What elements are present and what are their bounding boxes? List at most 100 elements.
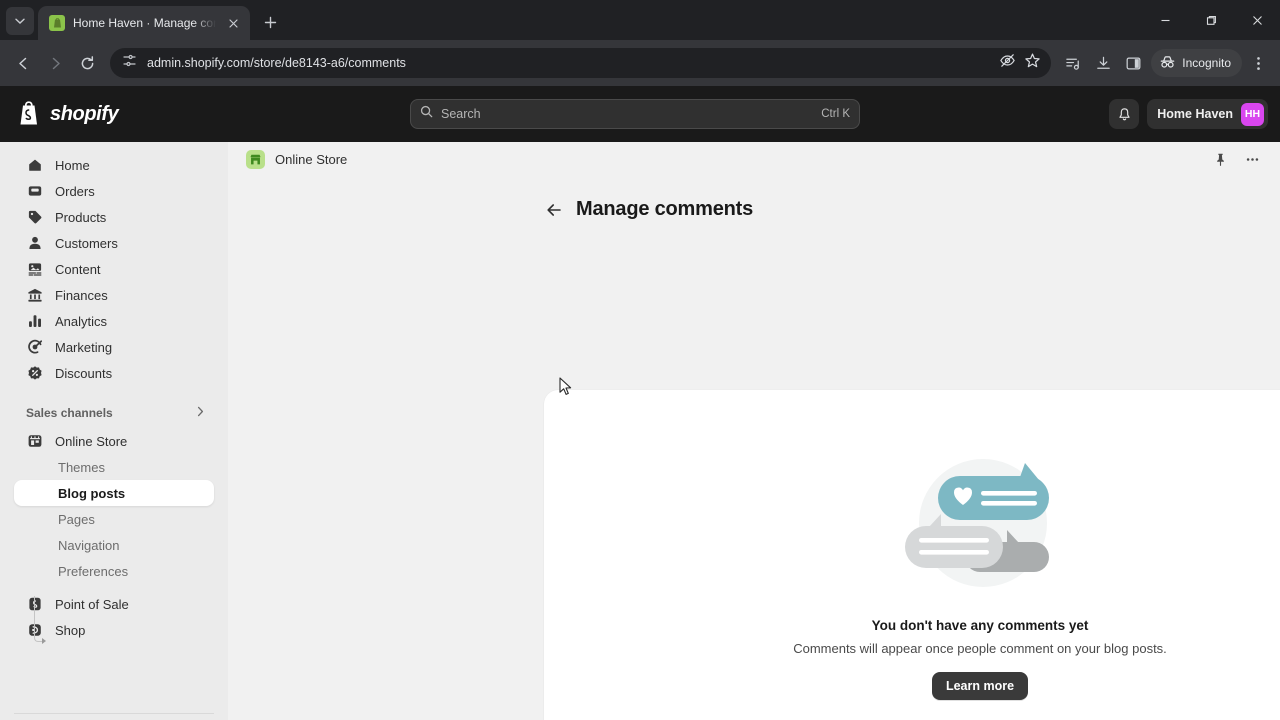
sidebar-item-content[interactable]: Content bbox=[14, 256, 214, 282]
sidebar-item-preferences[interactable]: Preferences bbox=[14, 558, 214, 584]
sidebar-item-blog-posts[interactable]: Blog posts bbox=[14, 480, 214, 506]
forward-button[interactable] bbox=[40, 48, 70, 78]
browser-window: Home Haven · Manage comme bbox=[0, 0, 1280, 720]
sidebar-label: Customers bbox=[55, 235, 118, 251]
new-tab-button[interactable] bbox=[256, 8, 284, 36]
bank-icon bbox=[26, 287, 43, 304]
arrow-left-icon bbox=[547, 203, 561, 216]
playlist-icon bbox=[1066, 58, 1079, 70]
chevron-right-icon[interactable] bbox=[195, 406, 206, 420]
back-button[interactable] bbox=[8, 48, 38, 78]
window-controls bbox=[1142, 0, 1280, 40]
empty-state-title: You don't have any comments yet bbox=[871, 618, 1089, 633]
plus-icon bbox=[264, 16, 276, 28]
avatar: HH bbox=[1241, 102, 1264, 126]
browser-toolbar: admin.shopify.com/store/de8143-a6/commen… bbox=[0, 40, 1280, 86]
close-icon[interactable] bbox=[224, 14, 242, 32]
discount-badge-icon bbox=[26, 365, 43, 382]
shopify-bag-icon bbox=[49, 15, 65, 31]
sidebar-label: Blog posts bbox=[58, 485, 126, 501]
sidebar-item-online-store[interactable]: Online Store bbox=[14, 428, 214, 454]
browser-tab-title: Home Haven · Manage comme bbox=[73, 16, 216, 30]
browser-tab[interactable]: Home Haven · Manage comme bbox=[38, 6, 250, 40]
close-button[interactable] bbox=[1234, 0, 1280, 40]
tab-search-button[interactable] bbox=[6, 7, 34, 35]
learn-more-button[interactable]: Learn more bbox=[931, 672, 1029, 700]
shopify-topbar: shopify Search Ctrl K Home Haven HH bbox=[0, 86, 1280, 142]
content-card-icon bbox=[26, 261, 43, 278]
notifications-button[interactable] bbox=[1109, 99, 1140, 129]
incognito-indicator[interactable]: Incognito bbox=[1151, 49, 1242, 77]
back-button[interactable] bbox=[544, 200, 564, 220]
downloads-button[interactable] bbox=[1089, 49, 1117, 77]
sales-channels-header[interactable]: Sales channels bbox=[14, 400, 214, 426]
sales-channels-title: Sales channels bbox=[26, 406, 113, 420]
sidebar-label: Shop bbox=[55, 622, 86, 638]
sidebar-item-finances[interactable]: Finances bbox=[14, 282, 214, 308]
tag-icon bbox=[26, 209, 43, 226]
sidebar-label: Content bbox=[55, 261, 101, 277]
sidebar-item-navigation[interactable]: Navigation bbox=[14, 532, 214, 558]
sidebar-item-home[interactable]: Home bbox=[14, 152, 214, 178]
eye-slash-icon[interactable] bbox=[999, 52, 1016, 74]
empty-state-subtitle: Comments will appear once people comment… bbox=[793, 641, 1167, 656]
sidebar-item-point-of-sale[interactable]: Point of Sale bbox=[14, 591, 214, 617]
sidebar-item-products[interactable]: Products bbox=[14, 204, 214, 230]
arrow-right-icon bbox=[52, 57, 60, 69]
sidebar-item-themes[interactable]: Themes bbox=[14, 454, 214, 480]
side-panel-button[interactable] bbox=[1119, 49, 1147, 77]
bar-chart-icon bbox=[26, 313, 43, 330]
sidebar-item-customers[interactable]: Customers bbox=[14, 230, 214, 256]
sidebar-item-pages[interactable]: Pages bbox=[14, 506, 214, 532]
empty-state-card: You don't have any comments yet Comments… bbox=[544, 390, 1280, 720]
store-switcher[interactable]: Home Haven HH bbox=[1147, 99, 1268, 129]
maximize-icon bbox=[1206, 15, 1216, 25]
sidebar-label: Finances bbox=[55, 287, 108, 303]
page-settings-icon[interactable] bbox=[122, 53, 137, 73]
kebab-menu-icon bbox=[1256, 56, 1260, 70]
tree-connector-arrow bbox=[42, 638, 46, 644]
ellipsis-icon[interactable] bbox=[1242, 149, 1262, 169]
browser-menu-button[interactable] bbox=[1244, 49, 1272, 77]
browser-tabstrip: Home Haven · Manage comme bbox=[0, 0, 1280, 40]
arrow-left-icon bbox=[18, 57, 26, 69]
page-header: Manage comments bbox=[544, 198, 1280, 221]
close-icon bbox=[1252, 15, 1262, 25]
sidebar-item-marketing[interactable]: Marketing bbox=[14, 334, 214, 360]
sidebar-label: Discounts bbox=[55, 365, 113, 381]
minimize-icon bbox=[1161, 19, 1169, 21]
storefront-green-icon bbox=[246, 149, 265, 169]
shopify-wordmark: shopify bbox=[50, 102, 119, 125]
maximize-button[interactable] bbox=[1188, 0, 1234, 40]
incognito-label: Incognito bbox=[1182, 56, 1231, 70]
incognito-icon bbox=[1159, 55, 1176, 72]
shopify-logo[interactable]: shopify bbox=[12, 100, 119, 128]
orders-inbox-icon bbox=[26, 183, 43, 200]
reload-icon bbox=[81, 55, 93, 69]
sidebar-label: Themes bbox=[58, 459, 105, 475]
bell-icon bbox=[1119, 107, 1130, 120]
reload-button[interactable] bbox=[72, 48, 102, 78]
sidebar-item-analytics[interactable]: Analytics bbox=[14, 308, 214, 334]
app-body: Home Orders Products Customers Content F… bbox=[0, 142, 1280, 720]
shopify-bag-icon bbox=[16, 100, 42, 128]
search-icon bbox=[420, 105, 433, 123]
download-icon bbox=[1097, 56, 1110, 69]
sidebar: Home Orders Products Customers Content F… bbox=[0, 142, 228, 720]
storefront-icon bbox=[26, 433, 43, 450]
star-icon[interactable] bbox=[1024, 52, 1041, 74]
search-input[interactable]: Search Ctrl K bbox=[410, 99, 860, 129]
minimize-button[interactable] bbox=[1142, 0, 1188, 40]
sidebar-label: Products bbox=[55, 209, 107, 225]
sidebar-label: Analytics bbox=[55, 313, 108, 329]
sidebar-label: Pages bbox=[58, 511, 95, 527]
chevron-down-icon bbox=[15, 18, 25, 24]
main-content: Online Store Manage comments You don't h… bbox=[228, 142, 1280, 720]
tree-connector-line bbox=[34, 596, 35, 634]
reading-list-button[interactable] bbox=[1059, 49, 1087, 77]
pin-icon[interactable] bbox=[1210, 149, 1230, 169]
sidebar-item-discounts[interactable]: Discounts bbox=[14, 360, 214, 386]
sidebar-item-orders[interactable]: Orders bbox=[14, 178, 214, 204]
address-bar[interactable]: admin.shopify.com/store/de8143-a6/commen… bbox=[110, 48, 1052, 78]
breadcrumb-label[interactable]: Online Store bbox=[275, 152, 347, 167]
